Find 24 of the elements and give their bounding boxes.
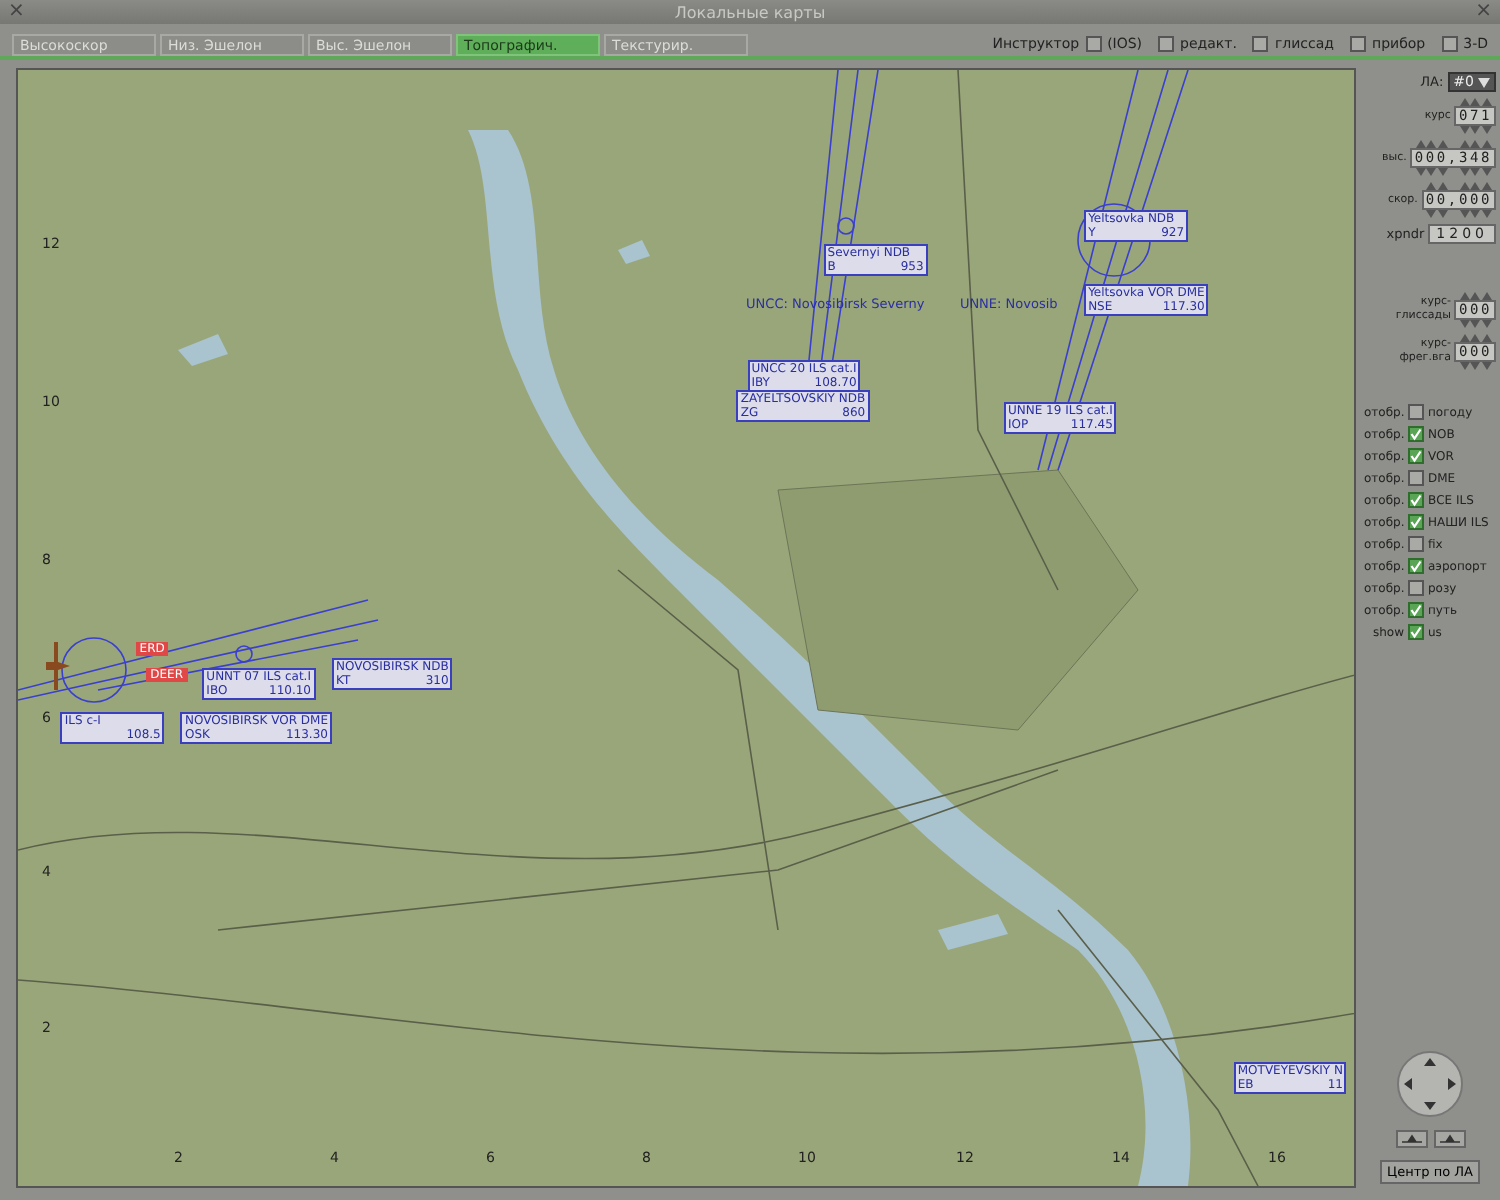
checkbox[interactable] [1408, 558, 1424, 574]
checkbox[interactable] [1408, 536, 1424, 552]
dropdown-icon [1478, 77, 1490, 87]
checkbox[interactable] [1408, 448, 1424, 464]
checkbox[interactable] [1441, 36, 1458, 52]
checkbox[interactable] [1085, 36, 1102, 52]
aircraft-icon [46, 642, 70, 690]
checkbox[interactable] [1408, 580, 1424, 596]
zoom-out-button[interactable] [1395, 1130, 1427, 1148]
window-title: Локальные карты [674, 3, 826, 21]
direction-pad-icon[interactable] [1396, 1050, 1464, 1118]
checkbox[interactable] [1408, 470, 1424, 486]
checkbox[interactable] [1252, 36, 1269, 52]
checkbox[interactable] [1408, 624, 1424, 640]
checkbox[interactable] [1408, 426, 1424, 442]
checkbox[interactable] [1408, 404, 1424, 420]
zoom-in-button[interactable] [1433, 1130, 1465, 1148]
checkbox[interactable] [1408, 602, 1424, 618]
checkbox[interactable] [1408, 492, 1424, 508]
checkbox[interactable] [1158, 36, 1175, 52]
checkbox[interactable] [1350, 36, 1366, 52]
arrow-icon [1401, 1134, 1421, 1144]
checkbox[interactable] [1408, 514, 1424, 530]
arrow-icon [1439, 1134, 1459, 1144]
